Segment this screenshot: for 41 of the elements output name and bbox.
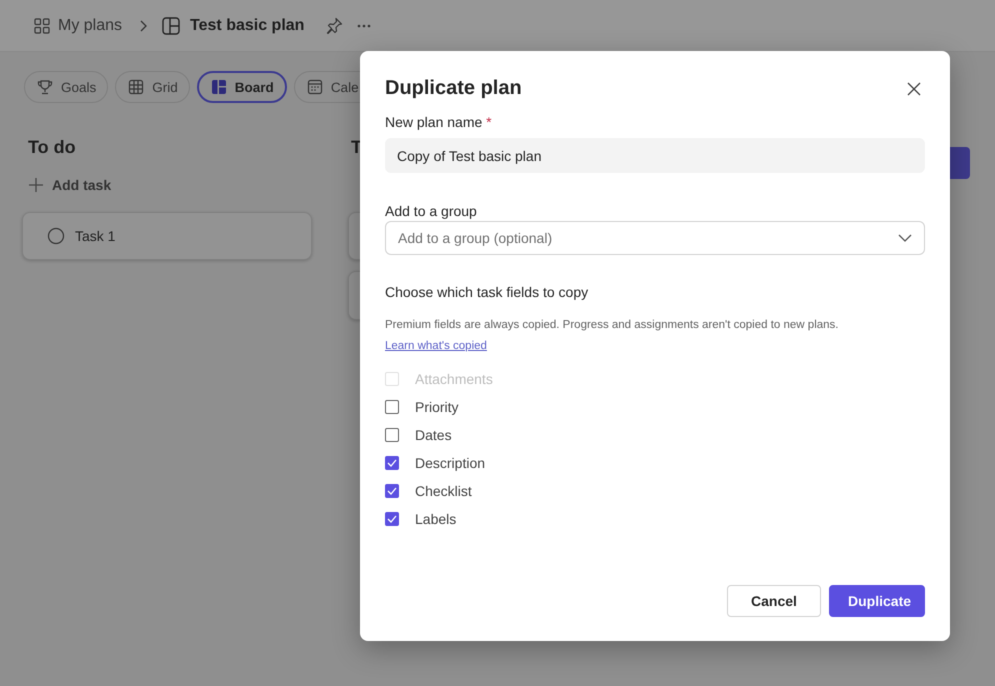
dialog-title: Duplicate plan — [385, 77, 522, 100]
circle-icon — [47, 227, 65, 245]
view-tab[interactable]: Goals — [24, 71, 108, 103]
chevron-down-icon — [898, 234, 912, 242]
add-task-button[interactable]: Add task — [29, 175, 112, 195]
field-label: Add to a group — [385, 203, 477, 219]
group-dropdown[interactable]: Add to a group (optional) — [385, 221, 925, 255]
pin-icon[interactable] — [326, 17, 344, 34]
trophy-icon — [37, 79, 53, 95]
checkbox[interactable] — [385, 428, 399, 442]
column-title: To do — [28, 137, 76, 159]
field-label: New plan name * — [385, 114, 492, 130]
calendar-icon — [306, 79, 323, 95]
chevron-right-icon — [138, 20, 148, 32]
plan-name-field[interactable]: Copy of Test basic plan — [385, 138, 925, 173]
checkbox-option[interactable]: Labels — [385, 511, 456, 527]
checkbox-option[interactable]: Checklist — [385, 483, 472, 499]
task-title: Task 1 — [75, 228, 116, 244]
duplicate-button[interactable]: Duplicate — [829, 585, 925, 617]
plus-icon — [29, 178, 43, 192]
task-card[interactable]: Task 1 — [22, 212, 312, 260]
apps-icon — [34, 18, 50, 34]
breadcrumb-link[interactable]: My plans — [34, 16, 122, 34]
checkbox-option[interactable]: Description — [385, 455, 486, 471]
grid-icon — [128, 79, 144, 95]
board-icon — [210, 79, 227, 95]
checkbox[interactable] — [385, 456, 399, 470]
checkbox-option[interactable]: Priority — [385, 399, 459, 415]
view-tab[interactable]: Board — [196, 71, 287, 103]
more-icon[interactable] — [357, 24, 372, 28]
learn-link[interactable]: Learn what's copied — [385, 340, 487, 352]
checkbox[interactable] — [385, 400, 399, 414]
cancel-button[interactable]: Cancel — [727, 585, 821, 617]
checkbox[interactable] — [385, 484, 399, 498]
checkbox-option[interactable]: Dates — [385, 427, 452, 443]
section-heading: Choose which task fields to copy — [385, 284, 588, 300]
breadcrumb-link[interactable]: Test basic plan — [162, 16, 304, 34]
info-text: Premium fields are always copied. Progress and assignments aren't copied to new plans. Learn what's copied — [385, 318, 840, 354]
checkbox[interactable] — [385, 512, 399, 526]
board-icon — [162, 16, 180, 34]
view-tab[interactable]: Grid — [115, 71, 190, 103]
